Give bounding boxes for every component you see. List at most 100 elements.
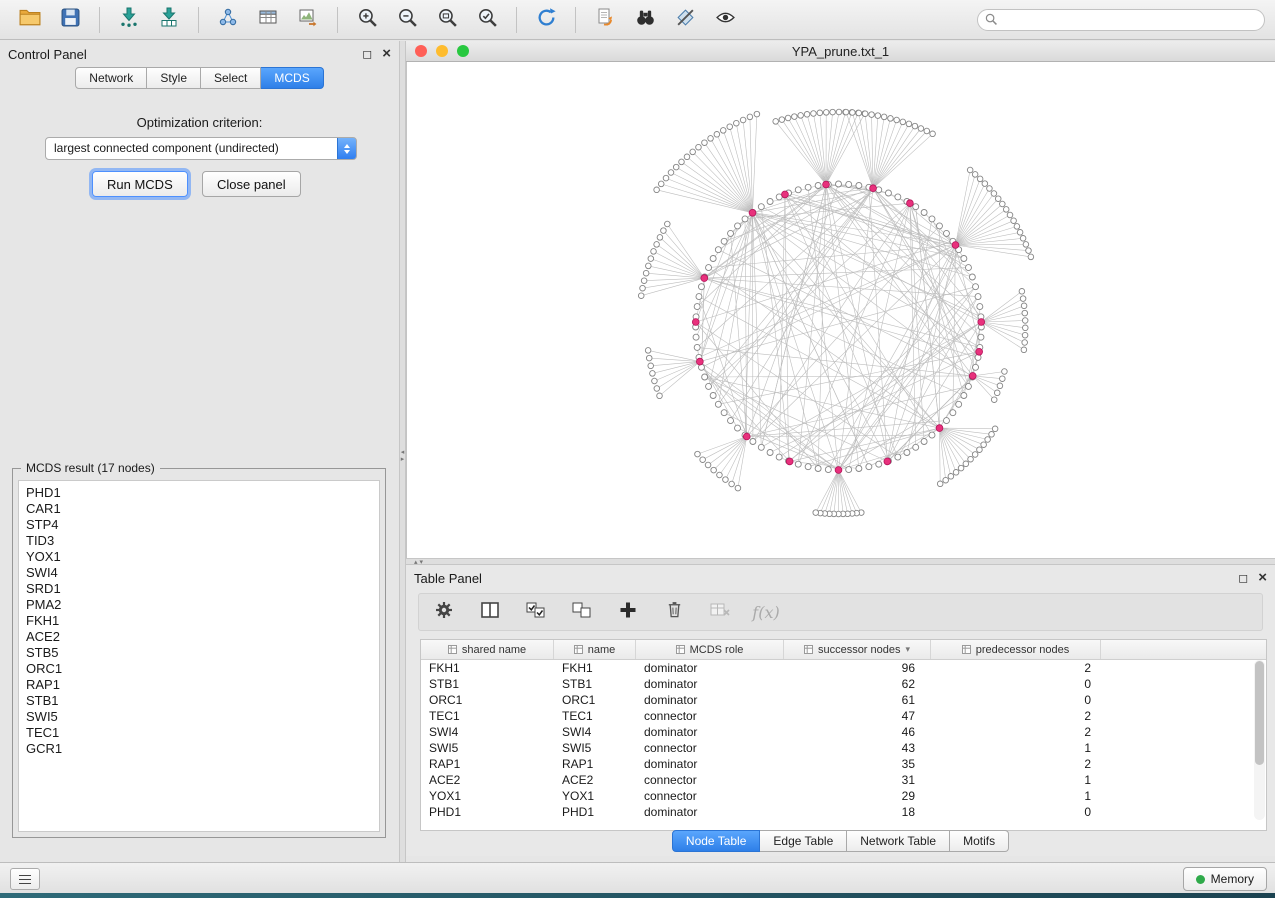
column-header-shared-name[interactable]: shared name xyxy=(421,640,554,659)
collapse-right-icon[interactable]: ▸ xyxy=(401,456,405,463)
horizontal-splitter[interactable]: ▴▾ xyxy=(406,558,1275,565)
show-hide-button[interactable] xyxy=(705,5,745,35)
open-folder-icon xyxy=(19,8,41,31)
node-table: shared namenameMCDS rolesuccessor nodes▾… xyxy=(420,639,1267,831)
table-row[interactable]: STB1STB1dominator620 xyxy=(421,676,1266,692)
mcds-result-item[interactable]: FKH1 xyxy=(26,613,372,629)
memory-status-dot xyxy=(1196,875,1205,884)
tab-network-table[interactable]: Network Table xyxy=(847,830,950,852)
mcds-result-item[interactable]: GCR1 xyxy=(26,741,372,757)
select-all-button[interactable] xyxy=(523,599,549,625)
table-panel-header: Table Panel ◻ × xyxy=(406,565,1275,591)
table-cell: 29 xyxy=(784,789,931,803)
mcds-result-item[interactable]: STB1 xyxy=(26,693,372,709)
binoculars-search-icon xyxy=(635,7,656,33)
refresh-layout-button[interactable] xyxy=(526,5,566,35)
table-cell: TEC1 xyxy=(554,709,636,723)
mcds-result-item[interactable]: RAP1 xyxy=(26,677,372,693)
table-row[interactable]: SWI5SWI5connector431 xyxy=(421,740,1266,756)
network-graph[interactable] xyxy=(407,62,1275,558)
tab-mcds[interactable]: MCDS xyxy=(261,67,323,89)
zoom-in-button[interactable] xyxy=(347,5,387,35)
table-row[interactable]: SWI4SWI4dominator462 xyxy=(421,724,1266,740)
table-cell: 1 xyxy=(931,789,1101,803)
network-table-button[interactable] xyxy=(248,5,288,35)
mcds-result-item[interactable]: ACE2 xyxy=(26,629,372,645)
mcds-result-item[interactable]: SWI5 xyxy=(26,709,372,725)
mcds-result-item[interactable]: CAR1 xyxy=(26,501,372,517)
chevron-down-icon[interactable]: ▾ xyxy=(906,644,911,655)
add-column-button[interactable] xyxy=(615,599,641,625)
collapse-left-icon[interactable]: ◂ xyxy=(401,449,405,456)
clone-network-button[interactable] xyxy=(208,5,248,35)
network-canvas[interactable] xyxy=(406,62,1275,558)
mcds-result-item[interactable]: PMA2 xyxy=(26,597,372,613)
dropdown-stepper-icon xyxy=(337,137,357,160)
table-row[interactable]: YOX1YOX1connector291 xyxy=(421,788,1266,804)
table-row[interactable]: TEC1TEC1connector472 xyxy=(421,708,1266,724)
mcds-result-item[interactable]: STP4 xyxy=(26,517,372,533)
save-button[interactable] xyxy=(50,5,90,35)
mcds-result-item[interactable]: TID3 xyxy=(26,533,372,549)
tab-motifs[interactable]: Motifs xyxy=(950,830,1009,852)
import-network-button[interactable] xyxy=(109,5,149,35)
table-row[interactable]: ACE2ACE2connector311 xyxy=(421,772,1266,788)
zoom-out-button[interactable] xyxy=(387,5,427,35)
table-settings-button[interactable] xyxy=(431,599,457,625)
graphics-details-button[interactable] xyxy=(665,5,705,35)
table-row[interactable]: RAP1RAP1dominator352 xyxy=(421,756,1266,772)
import-table-button[interactable] xyxy=(149,5,189,35)
table-cell: ACE2 xyxy=(421,773,554,787)
run-mcds-button[interactable]: Run MCDS xyxy=(92,171,188,197)
import-table-icon xyxy=(159,7,179,32)
tab-style[interactable]: Style xyxy=(147,67,201,89)
export-image-button[interactable] xyxy=(288,5,328,35)
zoom-selected-button[interactable] xyxy=(467,5,507,35)
show-columns-button[interactable] xyxy=(477,599,503,625)
float-panel-icon[interactable]: ◻ xyxy=(362,48,372,60)
table-row[interactable]: FKH1FKH1dominator962 xyxy=(421,660,1266,676)
table-scrollbar-thumb[interactable] xyxy=(1255,661,1264,765)
tab-edge-table[interactable]: Edge Table xyxy=(760,830,847,852)
table-row[interactable]: ORC1ORC1dominator610 xyxy=(421,692,1266,708)
table-cell: connector xyxy=(636,789,784,803)
memory-button[interactable]: Memory xyxy=(1183,867,1267,891)
zoom-selected-icon xyxy=(477,7,498,33)
binoculars-search-button[interactable] xyxy=(625,5,665,35)
table-cell: dominator xyxy=(636,693,784,707)
mcds-result-item[interactable]: ORC1 xyxy=(26,661,372,677)
close-table-panel-icon[interactable]: × xyxy=(1258,572,1267,584)
optimization-dropdown[interactable]: largest connected component (undirected) xyxy=(45,137,357,160)
table-cell: ORC1 xyxy=(554,693,636,707)
table-row[interactable]: PHD1PHD1dominator180 xyxy=(421,804,1266,820)
mcds-result-item[interactable]: YOX1 xyxy=(26,549,372,565)
column-header-MCDS-role[interactable]: MCDS role xyxy=(636,640,784,659)
mcds-result-list[interactable]: PHD1CAR1STP4TID3YOX1SWI4SRD1PMA2FKH1ACE2… xyxy=(18,480,380,832)
tab-node-table[interactable]: Node Table xyxy=(672,830,761,852)
column-header-name[interactable]: name xyxy=(554,640,636,659)
close-panel-button[interactable]: Close panel xyxy=(202,171,301,197)
tab-network[interactable]: Network xyxy=(75,67,147,89)
table-cell: 96 xyxy=(784,661,931,675)
delete-column-button[interactable] xyxy=(661,599,687,625)
mcds-result-item[interactable]: STB5 xyxy=(26,645,372,661)
search-input[interactable] xyxy=(977,9,1265,31)
mcds-result-item[interactable]: PHD1 xyxy=(26,485,372,501)
column-header-predecessor-nodes[interactable]: predecessor nodes xyxy=(931,640,1101,659)
mcds-result-item[interactable]: SRD1 xyxy=(26,581,372,597)
close-panel-icon[interactable]: × xyxy=(382,48,391,60)
deselect-all-button[interactable] xyxy=(569,599,595,625)
table-cell: connector xyxy=(636,709,784,723)
float-table-panel-icon[interactable]: ◻ xyxy=(1238,572,1248,584)
column-header-successor-nodes[interactable]: successor nodes▾ xyxy=(784,640,931,659)
table-scrollbar[interactable] xyxy=(1254,660,1265,820)
network-window-titlebar[interactable]: YPA_prune.txt_1 xyxy=(406,41,1275,62)
status-list-button[interactable] xyxy=(10,868,40,890)
share-document-button[interactable] xyxy=(585,5,625,35)
tab-select[interactable]: Select xyxy=(201,67,261,89)
zoom-fit-button[interactable] xyxy=(427,5,467,35)
open-folder-button[interactable] xyxy=(10,5,50,35)
vertical-splitter[interactable]: ◂▸ xyxy=(399,41,406,862)
mcds-result-item[interactable]: SWI4 xyxy=(26,565,372,581)
mcds-result-item[interactable]: TEC1 xyxy=(26,725,372,741)
